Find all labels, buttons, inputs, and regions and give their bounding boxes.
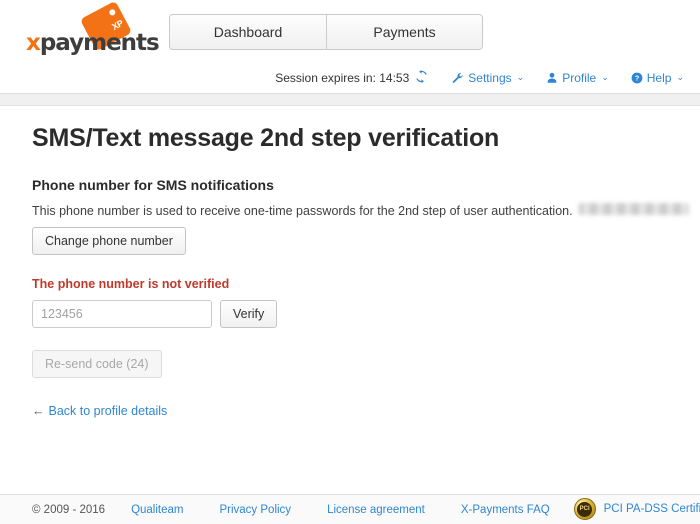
- verify-button[interactable]: Verify: [220, 300, 278, 328]
- app-window: XP xpayments Dashboard Payments Session …: [0, 0, 700, 524]
- copyright-text: © 2009 - 2016: [32, 503, 106, 516]
- main-content: SMS/Text message 2nd step verification P…: [0, 106, 700, 494]
- refresh-icon[interactable]: [415, 70, 428, 85]
- svg-text:?: ?: [635, 74, 639, 82]
- chevron-down-icon: ⌄: [676, 72, 684, 82]
- section-title: Phone number for SMS notifications: [32, 177, 274, 193]
- wrench-icon: [452, 72, 464, 84]
- page-title: SMS/Text message 2nd step verification: [32, 124, 500, 152]
- tab-dashboard[interactable]: Dashboard: [170, 15, 326, 49]
- pci-seal-icon: PCI: [573, 498, 596, 520]
- menu-profile-label: Profile: [562, 70, 597, 85]
- footer-link-privacy-policy[interactable]: Privacy Policy: [219, 504, 291, 516]
- resend-code-button[interactable]: Re-send code (24): [32, 350, 162, 378]
- menu-settings-label: Settings: [468, 70, 512, 85]
- verify-code-row: Verify: [0, 291, 700, 328]
- main-nav-tabs: Dashboard Payments: [169, 14, 483, 50]
- footer-link-x-payments-faq[interactable]: X-Payments FAQ: [461, 504, 550, 516]
- section-description: This phone number is used to receive one…: [0, 193, 700, 218]
- footer-link-qualiteam[interactable]: Qualiteam: [131, 504, 183, 516]
- question-circle-icon: ?: [631, 72, 643, 84]
- masked-phone-number: [578, 203, 689, 215]
- menu-settings[interactable]: Settings ⌄: [452, 71, 524, 85]
- back-to-profile-details-link[interactable]: Back to profile details: [49, 404, 168, 418]
- pci-seal-label: PCI: [577, 501, 593, 517]
- verification-error-message: The phone number is not verified: [32, 277, 230, 291]
- menu-profile[interactable]: Profile ⌄: [546, 71, 609, 85]
- section-description-text: This phone number is used to receive one…: [32, 204, 573, 218]
- menu-help-label: Help: [646, 70, 672, 85]
- logo-wordmark-rest: payments: [39, 30, 160, 56]
- chevron-down-icon: ⌄: [516, 72, 525, 82]
- resend-code-row: Re-send code (24): [0, 328, 700, 378]
- pci-certification-badge[interactable]: PCI PCI PA-DSS Certified: [573, 498, 700, 520]
- content-top-band: [0, 94, 700, 106]
- pci-certification-text: PCI PA-DSS Certified: [603, 503, 700, 515]
- footer-links: Qualiteam Privacy Policy License agreeme…: [131, 504, 586, 516]
- back-link-row: ← Back to profile details: [0, 378, 700, 418]
- chevron-down-icon: ⌄: [601, 72, 609, 82]
- verification-code-input[interactable]: [32, 300, 212, 328]
- footer-link-license-agreement[interactable]: License agreement: [327, 504, 425, 516]
- session-expiry-text: Session expires in: 14:53: [275, 70, 410, 85]
- menu-help[interactable]: ? Help ⌄: [631, 71, 684, 85]
- logo-wordmark: xpayments: [26, 30, 160, 56]
- session-bar: Session expires in: 14:53 Settings ⌄ Pro…: [275, 70, 684, 85]
- left-arrow-icon: ←: [32, 404, 45, 418]
- page-footer: © 2009 - 2016 Qualiteam Privacy Policy L…: [0, 494, 700, 524]
- logo-wordmark-x: x: [26, 30, 41, 56]
- tab-payments[interactable]: Payments: [326, 15, 482, 49]
- change-phone-number-button[interactable]: Change phone number: [32, 227, 186, 255]
- change-phone-row: Change phone number: [0, 218, 700, 255]
- xpayments-logo[interactable]: XP xpayments: [26, 0, 160, 56]
- user-icon: [546, 72, 558, 84]
- page-header: XP xpayments Dashboard Payments Session …: [0, 0, 700, 94]
